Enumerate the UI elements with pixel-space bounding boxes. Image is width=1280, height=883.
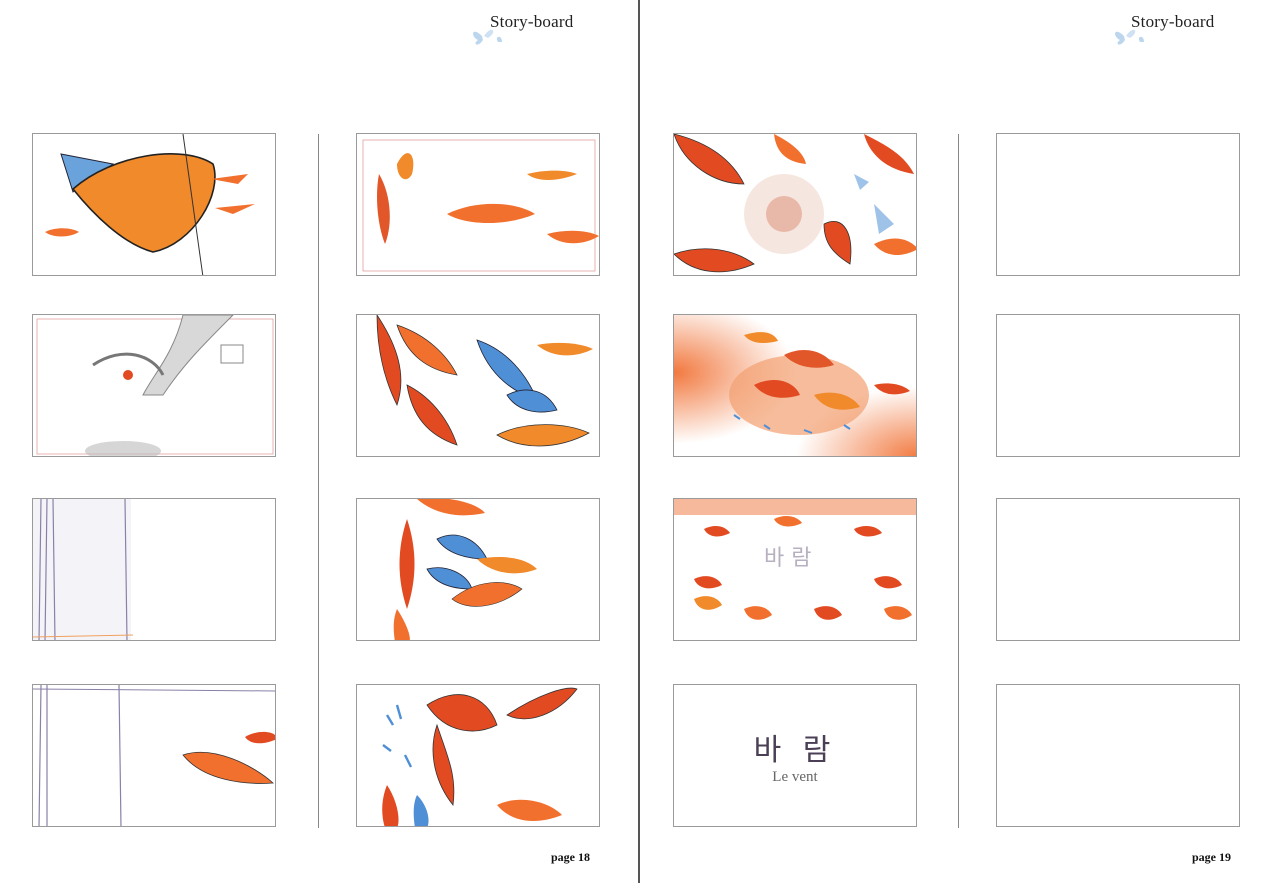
storyboard-panel [356, 684, 600, 827]
empty-panel [996, 133, 1240, 276]
right-page: Story-board 바 람 바 람 Le vent page 19 [640, 0, 1280, 883]
storyboard-panel [673, 133, 917, 276]
column-divider [958, 134, 959, 828]
empty-panel [996, 684, 1240, 827]
title-korean: 바 람 [753, 733, 837, 768]
svg-text:바 람: 바 람 [764, 546, 811, 571]
empty-panel [996, 498, 1240, 641]
storyboard-panel [356, 498, 600, 641]
storyboard-panel [32, 498, 276, 641]
storyboard-panel [32, 684, 276, 827]
column-divider [318, 134, 319, 828]
page-header: Story-board [490, 12, 574, 31]
title-card-panel: 바 람 Le vent [673, 684, 917, 827]
page-header: Story-board [1131, 12, 1215, 31]
storyboard-panel [356, 314, 600, 457]
title-french: Le vent [772, 769, 818, 785]
storyboard-panel [32, 133, 276, 276]
page-number: page 18 [551, 850, 590, 864]
left-page: Story-board page 18 [0, 0, 640, 883]
empty-panel [996, 314, 1240, 457]
storyboard-panel: 바 람 [673, 498, 917, 641]
storyboard-panel [673, 314, 917, 457]
storyboard-panel [356, 133, 600, 276]
page-number: page 19 [1192, 850, 1231, 864]
storyboard-panel [32, 314, 276, 457]
